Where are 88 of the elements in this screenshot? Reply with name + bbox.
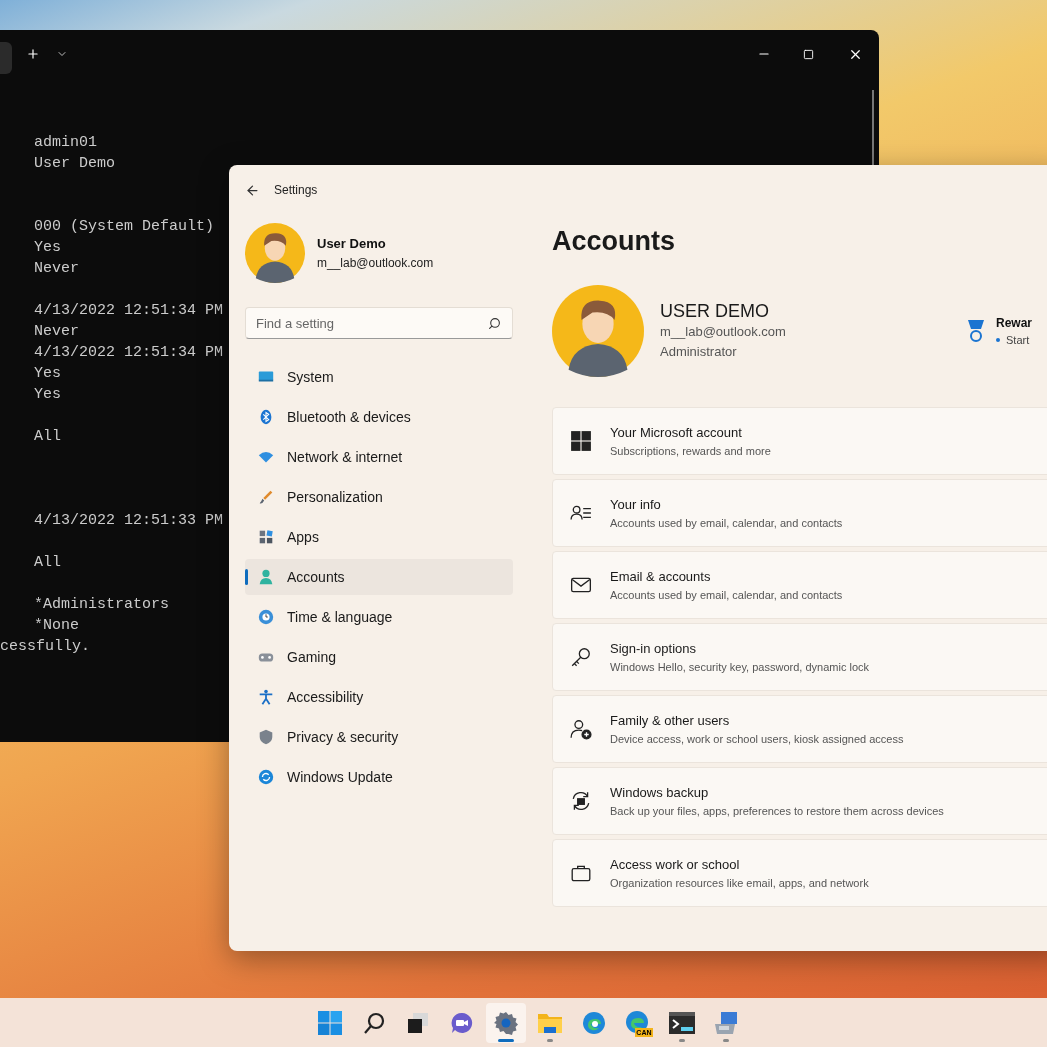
terminal-output-line: Yes: [34, 364, 61, 384]
nav-item[interactable]: Windows Update: [245, 759, 513, 795]
rewards-title: Rewar: [996, 314, 1033, 332]
settings-card[interactable]: Sign-in options Windows Hello, security key, password, dynamic lock: [552, 623, 1047, 691]
settings-card[interactable]: Family & other users Device access, work or school users, kiosk assigned access: [552, 695, 1047, 763]
account-role: Administrator: [660, 343, 737, 361]
person-icon: [257, 568, 275, 586]
globe-clock-icon: [257, 608, 275, 626]
nav-item[interactable]: Bluetooth & devices: [245, 399, 513, 435]
search-icon: [488, 317, 501, 330]
control-panel-icon: [712, 1009, 739, 1036]
settings-card[interactable]: Windows backup Back up your files, apps, preferences to restore them across devices: [552, 767, 1047, 835]
nav-item[interactable]: Personalization: [245, 479, 513, 515]
card-title: Your Microsoft account: [610, 424, 742, 442]
sync-icon: [257, 768, 275, 786]
nav-item[interactable]: Privacy & security: [245, 719, 513, 755]
running-indicator: [497, 1038, 514, 1042]
terminal-output-line: 4/13/2022 12:51:34 PM: [34, 301, 224, 321]
card-subtitle: Subscriptions, rewards and more: [610, 443, 771, 459]
brush-icon: [257, 488, 275, 506]
apps-icon: [257, 528, 275, 546]
window-title: Settings: [274, 182, 318, 199]
running-indicator: [546, 1038, 553, 1042]
terminal-output-line: Yes: [34, 238, 61, 258]
settings-icon: [493, 1010, 518, 1035]
card-title: Sign-in options: [610, 640, 696, 658]
medal-icon: [966, 319, 986, 343]
task-view-icon: [405, 1010, 430, 1035]
shield-icon: [257, 728, 275, 746]
settings-card[interactable]: Your Microsoft account Subscriptions, rewards and more: [552, 407, 1047, 475]
terminal-output-line: All: [34, 427, 61, 447]
card-subtitle: Back up your files, apps, preferences to restore them across devices: [610, 803, 944, 819]
windows-logo-icon: [317, 1010, 342, 1035]
terminal-output-line: Never: [34, 259, 79, 279]
terminal-output-line: Never: [34, 322, 79, 342]
card-subtitle: Windows Hello, security key, password, dynamic lock: [610, 659, 869, 675]
terminal-output-line: All: [34, 553, 61, 573]
new-tab-icon[interactable]: [26, 47, 40, 61]
video-chat-icon: [449, 1010, 474, 1035]
card-title: Email & accounts: [610, 568, 711, 586]
running-indicator: [722, 1038, 729, 1042]
maximize-icon[interactable]: [803, 48, 814, 60]
card-title: Access work or school: [610, 856, 740, 874]
nav-item[interactable]: Time & language: [245, 599, 513, 635]
account-email: m__lab@outlook.com: [660, 323, 786, 341]
nav-item[interactable]: Gaming: [245, 639, 513, 675]
card-title: Your info: [610, 496, 661, 514]
key-icon: [570, 646, 592, 668]
card-subtitle: Device access, work or school users, kiosk assigned access: [610, 731, 904, 747]
profile-name: User Demo: [317, 235, 387, 254]
nav-item[interactable]: Network & internet: [245, 439, 513, 475]
windows-logo-icon: [570, 430, 592, 452]
card-title: Windows backup: [610, 784, 709, 802]
bullet-icon: [996, 338, 1000, 342]
nav-item[interactable]: Apps: [245, 519, 513, 555]
running-indicator: [678, 1038, 685, 1042]
terminal-output-line: *None: [34, 616, 79, 636]
card-subtitle: Organization resources like email, apps, and network: [610, 875, 869, 891]
card-title: Family & other users: [610, 712, 730, 730]
rewards-item: Start: [1006, 332, 1030, 348]
terminal-output-line: 4/13/2022 12:51:34 PM: [34, 343, 224, 363]
settings-card[interactable]: Access work or school Organization resources like email, apps, and network: [552, 839, 1047, 907]
nav-item[interactable]: Accounts: [245, 559, 513, 595]
terminal-output-line: 000 (System Default): [34, 217, 215, 237]
terminal-output-line: Yes: [34, 385, 61, 405]
nav-item[interactable]: Accessibility: [245, 679, 513, 715]
account-name: USER DEMO: [660, 300, 769, 322]
terminal-output-line: admin01: [34, 133, 97, 153]
card-subtitle: Accounts used by email, calendar, and contacts: [610, 587, 843, 603]
search-icon: [361, 1010, 386, 1035]
selection-indicator: [245, 569, 248, 585]
terminal-icon: [668, 1011, 695, 1034]
settings-card[interactable]: Your info Accounts used by email, calendar, and contacts: [552, 479, 1047, 547]
backup-sync-icon: [570, 790, 592, 812]
person-add-icon: [570, 718, 592, 740]
terminal-output-line: 4/13/2022 12:51:33 PM: [34, 511, 224, 531]
avatar-drawing: [245, 223, 305, 283]
profile-email: m__lab@outlook.com: [317, 254, 434, 272]
settings-card[interactable]: Email & accounts Accounts used by email, calendar, and contacts: [552, 551, 1047, 619]
nav-item[interactable]: System: [245, 359, 513, 395]
terminal-output-line: User Demo: [34, 154, 115, 174]
accessibility-icon: [257, 688, 275, 706]
browser-icon: [581, 1010, 606, 1035]
terminal-output-line: *Administrators: [34, 595, 170, 615]
terminal-output-line: cessfully.: [0, 637, 90, 657]
card-subtitle: Accounts used by email, calendar, and contacts: [610, 515, 843, 531]
search-field[interactable]: Find a setting: [245, 307, 513, 339]
page-title: Accounts: [552, 225, 676, 258]
